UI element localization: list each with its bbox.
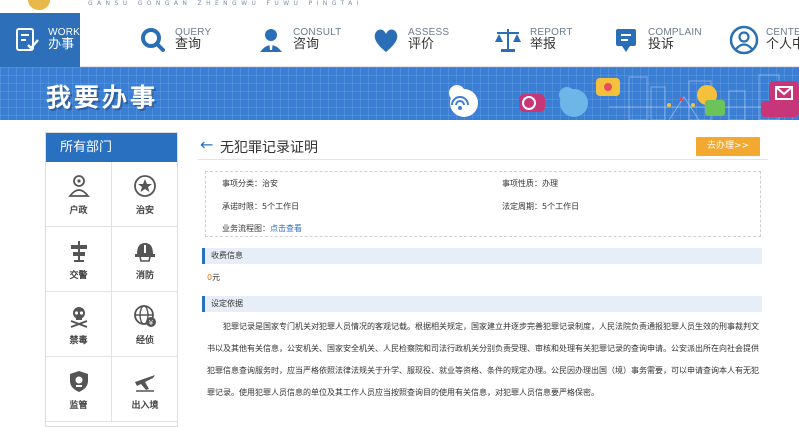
nav-work-cn: 办事 [48, 37, 75, 53]
category-label: 监管 [69, 400, 88, 411]
nav-query[interactable]: QUERY 查询 [135, 13, 211, 67]
category-household[interactable]: 户政 [46, 162, 112, 227]
category-fire[interactable]: 消防 [112, 227, 178, 292]
search-icon [135, 22, 171, 58]
category-exit-entry[interactable]: 出入境 [112, 357, 178, 422]
flow-chart-link[interactable]: 点击查看 [270, 224, 302, 233]
banner: 我要办事 [0, 67, 799, 120]
category-grid: 户政 治安 交警 消防 禁毒 ¥ 经侦 监管 出入境 [46, 162, 178, 422]
category-economic-investigation[interactable]: ¥ 经侦 [112, 292, 178, 357]
sidebar-title: 所有部门 [46, 133, 177, 162]
nav-consult-cn: 咨询 [293, 37, 320, 53]
nav-assess-cn: 评价 [408, 37, 435, 53]
household-icon [66, 173, 92, 199]
category-label: 治安 [135, 205, 154, 216]
nav-complain-cn: 投诉 [648, 37, 675, 53]
work-icon [10, 22, 44, 58]
info-legal-time: 法定周期：5个工作日 [502, 202, 580, 211]
info-nature: 事项性质：办理 [502, 179, 558, 188]
info-promise-time: 承诺时限：5个工作日 [222, 202, 300, 211]
traffic-icon [66, 238, 92, 264]
globe-icon: ¥ [132, 303, 158, 329]
logo-emblem [28, 0, 50, 10]
site-pinyin-name: GANSU GONGAN ZHENGWU FUWU PINGTAI [88, 0, 363, 7]
info-category: 事项分类：治安 [222, 179, 278, 188]
nav-assess[interactable]: ASSESS 评价 [368, 13, 449, 67]
scale-icon [490, 22, 526, 58]
nav-center[interactable]: CENTER个人中 [726, 13, 799, 67]
plane-icon [132, 368, 158, 394]
shield-icon [66, 368, 92, 394]
svg-text:¥: ¥ [149, 319, 154, 327]
category-label: 交警 [69, 270, 88, 281]
category-public-security[interactable]: 治安 [112, 162, 178, 227]
helmet-icon [132, 238, 158, 264]
category-anti-drug[interactable]: 禁毒 [46, 292, 112, 357]
complain-icon [608, 22, 644, 58]
category-label: 禁毒 [69, 335, 88, 346]
category-label: 户政 [69, 205, 88, 216]
category-traffic[interactable]: 交警 [46, 227, 112, 292]
badge-icon [132, 173, 158, 199]
go-handle-button[interactable]: 去办理>> [696, 137, 760, 156]
page-title: 无犯罪记录证明 [220, 140, 318, 156]
consult-icon [253, 22, 289, 58]
service-info-box: 事项分类：治安 事项性质：办理 承诺时限：5个工作日 法定周期：5个工作日 业务… [205, 171, 761, 237]
category-supervision[interactable]: 监管 [46, 357, 112, 422]
category-label: 出入境 [131, 400, 159, 411]
nav-report[interactable]: REPORT 举报 [490, 13, 573, 67]
info-flow: 业务流程图：点击查看 [222, 223, 302, 234]
category-label: 经侦 [135, 335, 154, 346]
banner-title: 我要办事 [46, 83, 159, 112]
nav-complain[interactable]: COMPLAIN 投诉 [608, 13, 702, 67]
basis-paragraph: 犯罪记录是国家专门机关对犯罪人员情况的客观记载。根据相关规定，国家建立并逐步完善… [207, 322, 759, 397]
basis-section-header: 设定依据 [202, 296, 762, 312]
back-arrow-icon[interactable]: ← [200, 135, 213, 155]
nav-report-cn: 举报 [530, 37, 557, 53]
user-icon [726, 22, 762, 58]
department-sidebar: 所有部门 户政 治安 交警 消防 禁毒 ¥ 经侦 监管 出入境 [45, 132, 178, 427]
nav-center-cn: 个人中 [766, 37, 799, 53]
nav-query-cn: 查询 [175, 37, 202, 53]
title-row: ← 无犯罪记录证明 去办理>> [198, 132, 768, 160]
skull-icon [66, 303, 92, 329]
nav-consult[interactable]: CONSULT 咨询 [253, 13, 341, 67]
nav-work[interactable]: WORK 办事 [0, 13, 80, 67]
fee-section-header: 收费信息 [202, 248, 762, 264]
top-strip: GANSU GONGAN ZHENGWU FUWU PINGTAI [0, 0, 799, 13]
category-label: 消防 [135, 270, 154, 281]
service-detail: ← 无犯罪记录证明 去办理>> 事项分类：治安 事项性质：办理 承诺时限：5个工… [198, 132, 768, 427]
fee-info: 0元 [207, 272, 220, 283]
flow-label: 业务流程图： [222, 224, 270, 233]
fee-unit: 元 [212, 273, 221, 282]
heart-icon [368, 22, 404, 58]
main-nav: WORK 办事 QUERY 查询 CONSULT 咨询 ASSESS 评价 REPORT… [0, 13, 799, 67]
city-skyline-illustration [449, 74, 799, 120]
